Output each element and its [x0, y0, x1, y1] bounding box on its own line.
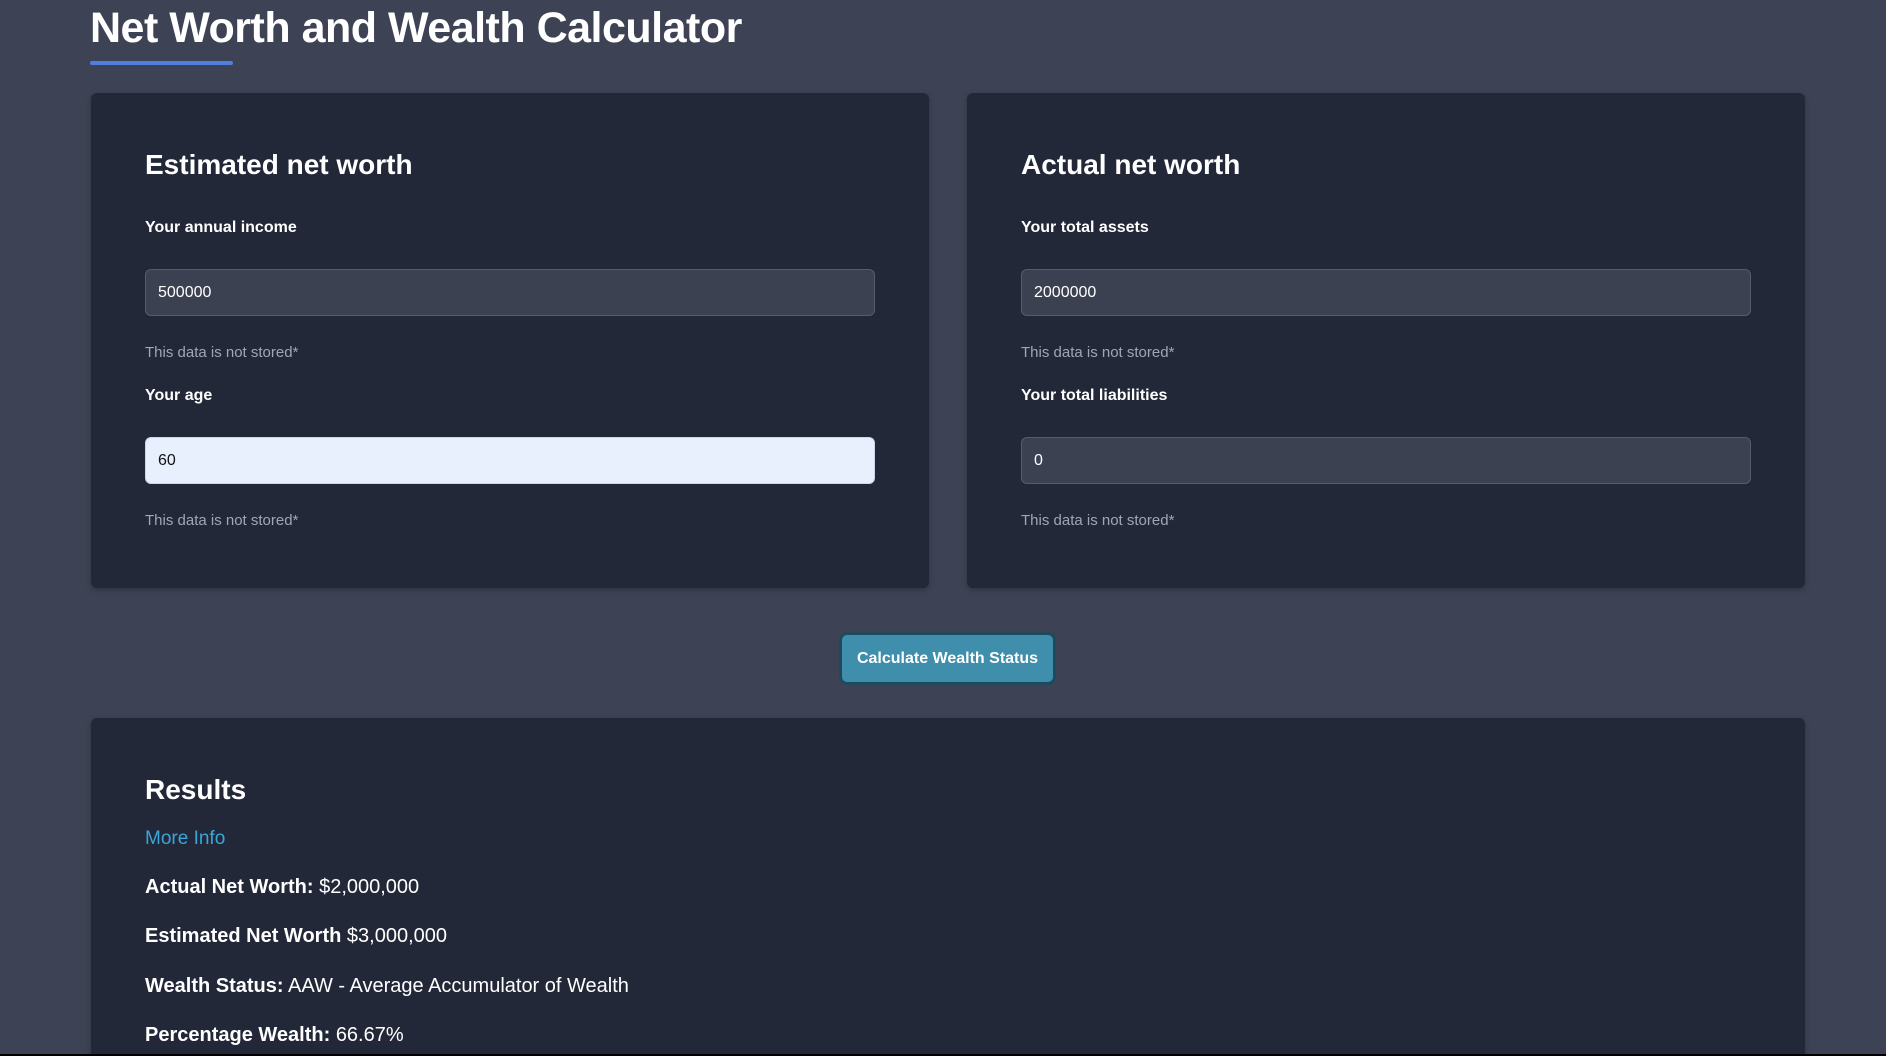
more-info-link[interactable]: More Info — [145, 828, 225, 850]
age-hint: This data is not stored* — [145, 512, 299, 529]
percentage-wealth-result: Percentage Wealth: 66.67% — [145, 1024, 404, 1047]
actual-net-worth-result: Actual Net Worth: $2,000,000 — [145, 876, 419, 899]
percentage-wealth-result-label: Percentage Wealth: — [145, 1024, 331, 1046]
calculator-page: Net Worth and Wealth Calculator Estimate… — [0, 0, 1886, 1056]
results-heading: Results — [145, 774, 247, 805]
actual-net-worth-result-label: Actual Net Worth: — [145, 876, 314, 898]
wealth-status-result: Wealth Status: AAW - Average Accumulator… — [145, 975, 629, 998]
page-title: Net Worth and Wealth Calculator — [90, 4, 742, 52]
total-assets-input[interactable] — [1021, 269, 1751, 316]
estimated-net-worth-card: Estimated net worth Your annual income T… — [91, 93, 929, 588]
estimated-net-worth-result-label: Estimated Net Worth — [145, 925, 342, 947]
total-liabilities-label: Your total liabilities — [1021, 387, 1168, 404]
percentage-wealth-result-value: 66.67% — [335, 1024, 404, 1046]
estimated-net-worth-result-value: $3,000,000 — [346, 925, 447, 947]
age-label: Your age — [145, 387, 213, 404]
total-liabilities-input[interactable] — [1021, 437, 1751, 484]
annual-income-hint: This data is not stored* — [145, 344, 299, 361]
wealth-status-result-label: Wealth Status: — [145, 975, 284, 997]
total-liabilities-hint: This data is not stored* — [1021, 512, 1175, 529]
total-assets-label: Your total assets — [1021, 219, 1149, 236]
estimated-net-worth-result: Estimated Net Worth $3,000,000 — [145, 925, 447, 948]
annual-income-label: Your annual income — [145, 219, 297, 236]
actual-net-worth-card: Actual net worth Your total assets This … — [967, 93, 1805, 588]
calculate-wealth-status-button[interactable]: Calculate Wealth Status — [839, 632, 1056, 685]
wealth-status-result-value: AAW - Average Accumulator of Wealth — [288, 975, 629, 997]
annual-income-input[interactable] — [145, 269, 875, 316]
title-underline — [90, 61, 233, 65]
actual-net-worth-result-value: $2,000,000 — [319, 876, 420, 898]
total-assets-hint: This data is not stored* — [1021, 344, 1175, 361]
estimated-net-worth-heading: Estimated net worth — [145, 149, 413, 180]
results-card: Results More Info Actual Net Worth: $2,0… — [91, 718, 1805, 1056]
age-input[interactable] — [145, 437, 875, 484]
actual-net-worth-heading: Actual net worth — [1021, 149, 1241, 180]
